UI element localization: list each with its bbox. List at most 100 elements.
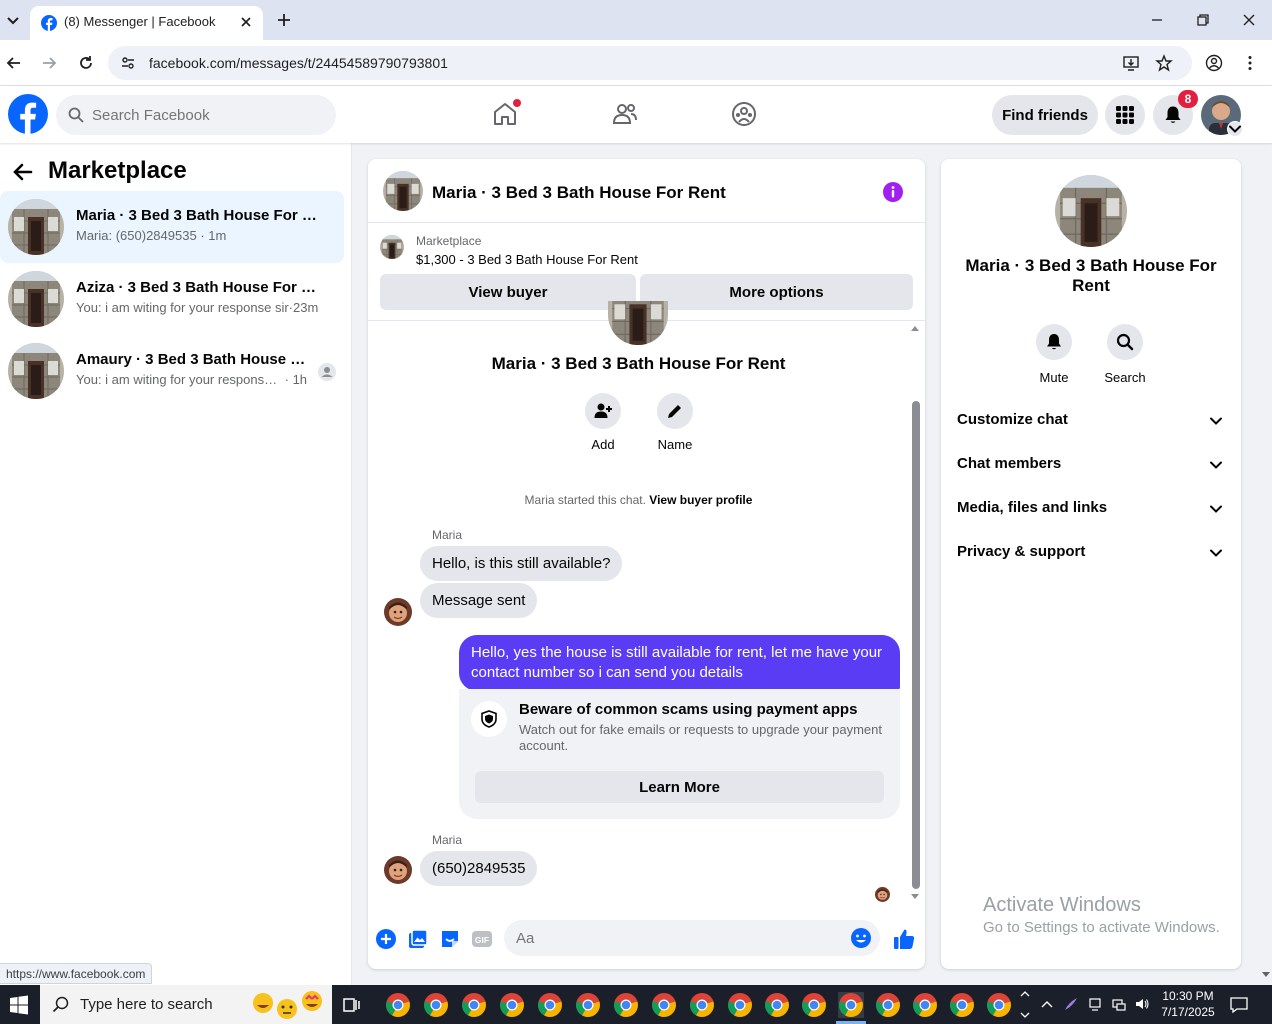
- incoming-message[interactable]: (650)2849535: [420, 851, 538, 886]
- listing-price-title[interactable]: $1,300 - 3 Bed 3 Bath House For Rent: [416, 252, 638, 267]
- facebook-search-box[interactable]: [56, 95, 336, 135]
- tab-search-chevron-icon[interactable]: [4, 11, 22, 29]
- chrome-taskbar-icon-active[interactable]: [838, 992, 864, 1018]
- site-info-icon[interactable]: [120, 55, 136, 71]
- tab-close-icon[interactable]: [238, 14, 254, 30]
- groups-icon[interactable]: [730, 100, 758, 128]
- chrome-taskbar-icon[interactable]: [986, 992, 1012, 1018]
- chrome-taskbar-icon[interactable]: [875, 992, 901, 1018]
- mute-action[interactable]: Mute: [1024, 324, 1084, 385]
- taskbar-scroll-down-icon[interactable]: [1019, 1009, 1031, 1021]
- message-thread[interactable]: Maria · 3 Bed 3 Bath House For Rent Add …: [368, 321, 925, 901]
- menu-grid-button[interactable]: [1105, 95, 1145, 135]
- chrome-taskbar-icon[interactable]: [537, 992, 563, 1018]
- chrome-taskbar-icon[interactable]: [912, 992, 938, 1018]
- incoming-message[interactable]: Hello, is this still available?: [420, 546, 623, 581]
- add-action[interactable]: Add: [573, 393, 633, 452]
- gif-icon[interactable]: GIF: [471, 928, 493, 950]
- chat-title[interactable]: Maria · 3 Bed 3 Bath House For Rent: [432, 183, 726, 203]
- back-arrow-icon[interactable]: [12, 161, 34, 183]
- chrome-taskbar-icon[interactable]: [613, 992, 639, 1018]
- learn-more-button[interactable]: Learn More: [475, 771, 884, 803]
- customize-chat-section[interactable]: Customize chat: [957, 407, 1227, 435]
- message-input-box[interactable]: [504, 920, 880, 956]
- conversation-item-aziza[interactable]: Aziza · 3 Bed 3 Bath House For Rent You:…: [0, 263, 344, 335]
- action-center-icon[interactable]: [1229, 995, 1249, 1015]
- device-icon[interactable]: [1087, 996, 1103, 1012]
- chrome-taskbar-icon[interactable]: [727, 992, 753, 1018]
- taskbar-scroll-up-icon[interactable]: [1019, 988, 1031, 1000]
- address-bar[interactable]: facebook.com/messages/t/2445458979079380…: [108, 46, 1192, 80]
- forward-arrow-icon[interactable]: [40, 54, 58, 72]
- install-app-icon[interactable]: [1122, 54, 1140, 72]
- view-buyer-button[interactable]: View buyer: [380, 274, 636, 310]
- conversation-item-maria[interactable]: Maria · 3 Bed 3 Bath House For Rent Mari…: [0, 191, 344, 263]
- chrome-taskbar-icon[interactable]: [651, 992, 677, 1018]
- chat-started-note: Maria started this chat. View buyer prof…: [524, 493, 753, 507]
- chrome-taskbar-icon[interactable]: [385, 992, 411, 1018]
- chrome-taskbar-icon[interactable]: [764, 992, 790, 1018]
- more-options-button[interactable]: More options: [640, 274, 913, 310]
- taskbar-clock[interactable]: 10:30 PM 7/17/2025: [1160, 988, 1216, 1020]
- network-icon[interactable]: [1111, 996, 1127, 1012]
- chrome-taskbar-icon[interactable]: [801, 992, 827, 1018]
- person-icon: [318, 363, 336, 381]
- facebook-logo-icon[interactable]: [8, 94, 48, 134]
- facebook-search-input[interactable]: [92, 95, 322, 135]
- conversation-preview: You: i am witing for your response sir·2…: [76, 300, 319, 315]
- outgoing-message[interactable]: Hello, yes the house is still available …: [459, 635, 900, 691]
- new-tab-plus-icon[interactable]: [275, 11, 293, 29]
- chrome-taskbar-icon[interactable]: [461, 992, 487, 1018]
- message-input[interactable]: [516, 920, 836, 956]
- sender-avatar[interactable]: [384, 856, 412, 884]
- url-text[interactable]: facebook.com/messages/t/2445458979079380…: [149, 55, 448, 71]
- scroll-down-arrow-icon[interactable]: [910, 893, 920, 901]
- incoming-message[interactable]: Message sent: [420, 583, 538, 618]
- profile-icon[interactable]: [1205, 54, 1223, 72]
- plus-circle-icon[interactable]: [375, 928, 397, 950]
- chrome-taskbar-icon[interactable]: [423, 992, 449, 1018]
- like-thumb-icon[interactable]: [892, 927, 916, 951]
- bookmark-star-icon[interactable]: [1155, 54, 1173, 72]
- media-files-links-section[interactable]: Media, files and links: [957, 495, 1227, 523]
- tray-overflow-chevron-icon[interactable]: [1039, 996, 1055, 1012]
- name-action[interactable]: Name: [645, 393, 705, 452]
- sticker-icon[interactable]: [439, 928, 461, 950]
- chat-members-section[interactable]: Chat members: [957, 451, 1227, 479]
- chrome-taskbar-icon[interactable]: [575, 992, 601, 1018]
- task-view-icon[interactable]: [342, 995, 362, 1015]
- sender-avatar[interactable]: [384, 598, 412, 626]
- account-chevron-icon[interactable]: [1227, 121, 1243, 137]
- window-minimize-icon[interactable]: [1149, 12, 1165, 28]
- privacy-support-section[interactable]: Privacy & support: [957, 539, 1227, 567]
- emoji-icon[interactable]: [850, 927, 872, 949]
- window-close-icon[interactable]: [1241, 12, 1257, 28]
- info-icon[interactable]: [882, 181, 904, 203]
- page-scroll-down-icon[interactable]: [1261, 971, 1271, 979]
- friends-icon[interactable]: [611, 100, 639, 128]
- search-action[interactable]: Search: [1095, 324, 1155, 385]
- view-buyer-profile-link[interactable]: View buyer profile: [649, 493, 752, 507]
- photo-icon[interactable]: [407, 928, 429, 950]
- conversation-item-amaury[interactable]: Amaury · 3 Bed 3 Bath House For Rent You…: [0, 335, 344, 407]
- browser-tab-messenger[interactable]: (8) Messenger | Facebook: [30, 6, 263, 40]
- bell-icon: [1165, 106, 1181, 123]
- reload-icon[interactable]: [77, 54, 95, 72]
- taskbar-search-box[interactable]: Type here to search: [40, 985, 332, 1024]
- details-avatar: [1055, 175, 1127, 247]
- chevron-down-icon: [1209, 414, 1223, 428]
- back-arrow-icon[interactable]: [5, 54, 23, 72]
- conversation-preview: You: i am witing for your response sir ·…: [76, 372, 308, 387]
- chat-avatar[interactable]: [383, 171, 423, 211]
- find-friends-button[interactable]: Find friends: [992, 95, 1098, 135]
- chrome-taskbar-icon[interactable]: [949, 992, 975, 1018]
- windows-start-icon[interactable]: [9, 995, 29, 1015]
- scrollbar-thumb[interactable]: [912, 401, 920, 889]
- scroll-up-arrow-icon[interactable]: [910, 324, 920, 332]
- window-restore-icon[interactable]: [1195, 12, 1211, 28]
- volume-icon[interactable]: [1134, 996, 1150, 1012]
- browser-menu-icon[interactable]: [1241, 54, 1259, 72]
- pen-feather-icon[interactable]: [1063, 996, 1079, 1012]
- chrome-taskbar-icon[interactable]: [499, 992, 525, 1018]
- chrome-taskbar-icon[interactable]: [689, 992, 715, 1018]
